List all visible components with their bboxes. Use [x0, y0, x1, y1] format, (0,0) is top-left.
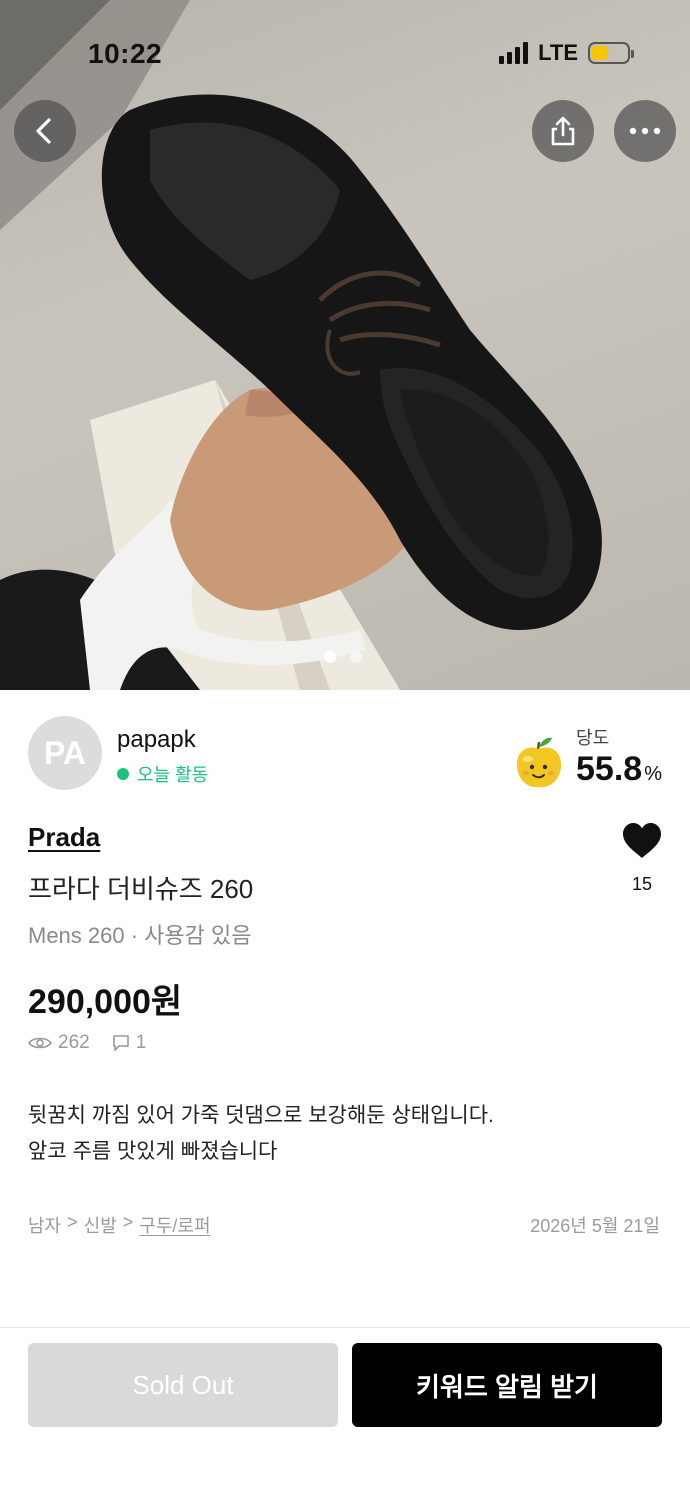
breadcrumb-separator: >	[122, 1212, 134, 1232]
apple-icon	[516, 737, 562, 788]
sold-out-button: Sold Out	[28, 1343, 338, 1427]
carousel-dot[interactable]	[324, 651, 336, 663]
status-indicators: LTE	[499, 40, 634, 66]
chat-icon	[112, 1035, 129, 1051]
description-line: 뒷꿈치 까짐 있어 가죽 덧댐으로 보강해둔 상태입니다.	[28, 1104, 494, 1127]
brand-link[interactable]: Prada	[28, 822, 100, 853]
sweetness-label: 당도	[576, 728, 610, 748]
sweetness-value: 55.8%	[576, 752, 662, 791]
product-description: 뒷꿈치 까짐 있어 가죽 덧댐으로 보강해둔 상태입니다. 앞코 주름 맛있게 …	[28, 1098, 494, 1170]
description-line: 앞코 주름 맛있게 빠졌습니다	[28, 1140, 278, 1163]
more-options-button[interactable]	[614, 100, 676, 162]
eye-icon	[28, 1037, 52, 1049]
carousel-dot[interactable]	[350, 651, 362, 663]
view-count: 262	[58, 1032, 90, 1053]
battery-icon	[588, 42, 634, 64]
chat-count: 1	[135, 1032, 147, 1053]
share-button[interactable]	[532, 100, 594, 162]
post-date: 2026년 5월 21일	[530, 1216, 660, 1236]
product-price: 290,000원	[28, 983, 183, 1021]
category-level2[interactable]: 신발	[84, 1212, 117, 1238]
product-stats: 262 1	[28, 1032, 146, 1054]
sweetness-text: 당도 55.8%	[576, 724, 662, 791]
bottom-divider	[0, 1327, 690, 1328]
share-icon	[551, 116, 575, 146]
breadcrumb-separator: >	[67, 1212, 78, 1232]
product-meta: Mens 260 · 사용감 있음	[28, 923, 252, 948]
seller-avatar[interactable]: PA	[28, 716, 102, 790]
sweetness-unit: %	[644, 763, 662, 785]
network-label: LTE	[538, 40, 578, 65]
product-image-carousel[interactable]: 10:22 LTE	[0, 0, 690, 690]
like-count: 15	[631, 874, 653, 894]
category-breadcrumb: 남자 > 신발 > 구두/로퍼	[28, 1212, 211, 1238]
active-status-dot	[117, 768, 129, 780]
category-level3[interactable]: 구두/로퍼	[139, 1212, 210, 1238]
sweetness-score[interactable]: 당도 55.8%	[512, 724, 662, 791]
category-level1[interactable]: 남자	[28, 1212, 61, 1238]
heart-icon[interactable]	[622, 822, 662, 860]
more-dots-icon	[629, 127, 661, 135]
status-time: 10:22	[88, 38, 163, 69]
chevron-left-icon	[36, 118, 51, 144]
cellular-signal-icon	[499, 42, 529, 64]
keyword-alert-button[interactable]: 키워드 알림 받기	[352, 1343, 662, 1427]
seller-name[interactable]: papapk	[117, 726, 196, 754]
status-bar: 10:22 LTE	[0, 0, 690, 110]
carousel-indicator	[324, 651, 362, 663]
like-section: 15	[620, 822, 664, 895]
activity-label: 오늘 활동	[137, 765, 209, 785]
product-title: 프라다 더비슈즈 260	[28, 874, 254, 904]
back-button[interactable]	[14, 100, 76, 162]
sweetness-number: 55.8	[576, 750, 643, 788]
seller-activity: 오늘 활동	[117, 761, 208, 787]
